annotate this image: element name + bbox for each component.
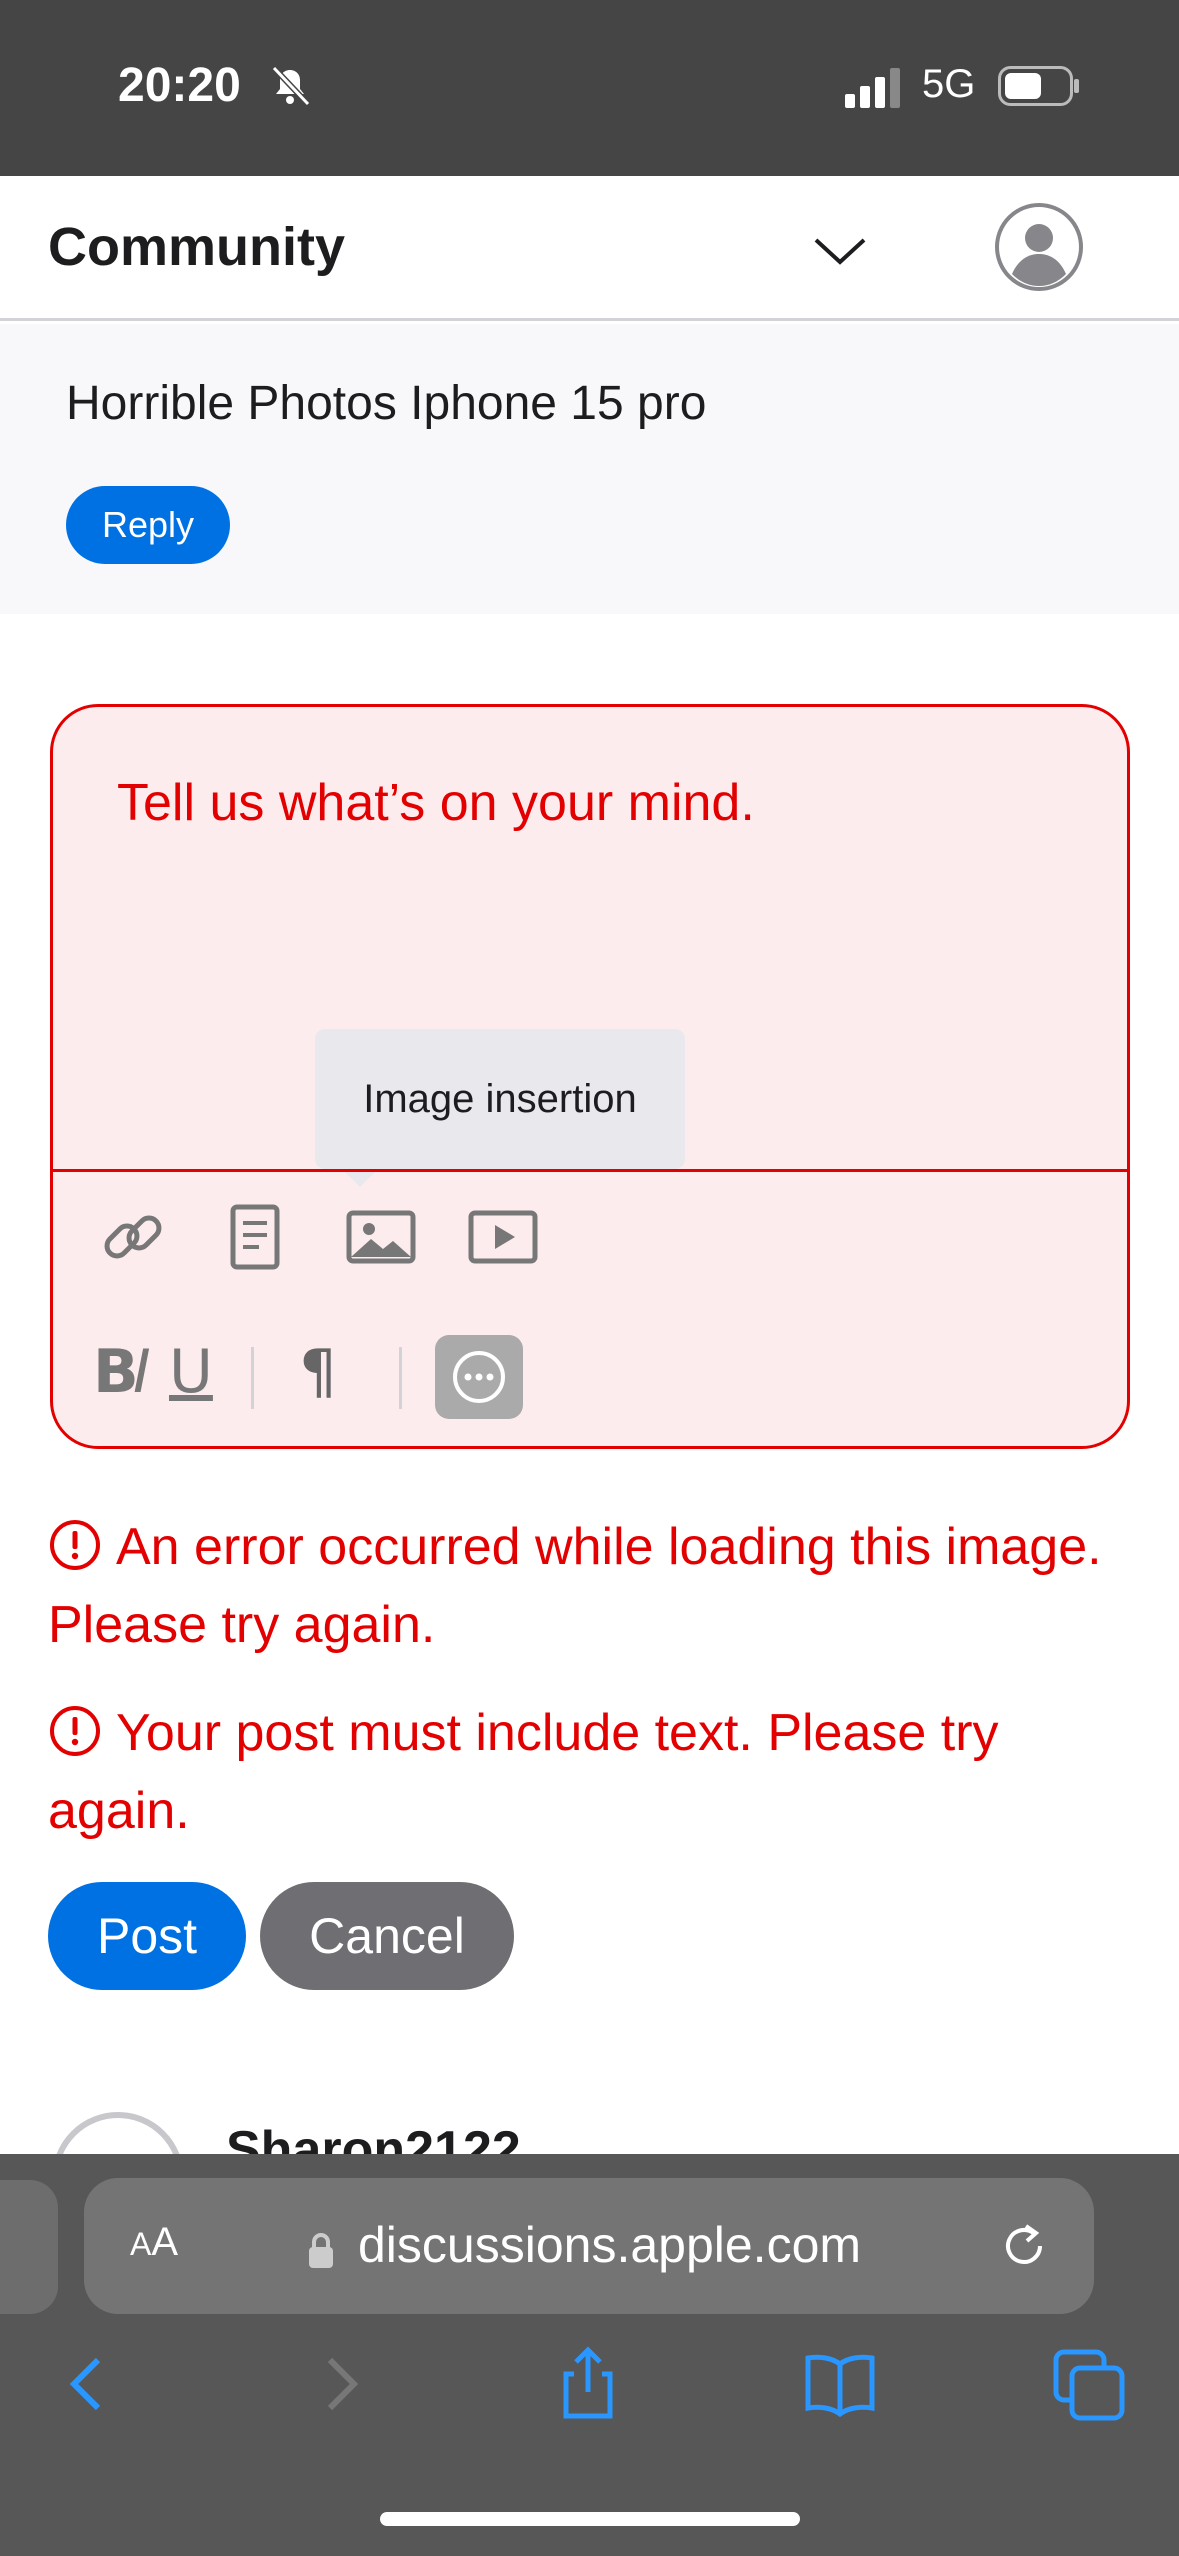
post-button[interactable]: Post	[48, 1882, 246, 1990]
reload-icon[interactable]	[996, 2218, 1052, 2274]
toolbar-separator	[251, 1347, 254, 1409]
share-icon[interactable]	[548, 2344, 628, 2424]
status-time: 20:20	[118, 59, 241, 112]
image-error-message: An error occurred while loading this ima…	[48, 1508, 1138, 1664]
back-icon[interactable]	[48, 2344, 128, 2424]
lock-icon	[309, 2233, 333, 2268]
more-options-button[interactable]	[435, 1335, 523, 1419]
account-avatar-icon[interactable]	[994, 202, 1084, 292]
page-title: Community	[48, 217, 345, 277]
error-text: Your post must include text. Please try …	[48, 1704, 999, 1840]
video-icon	[468, 1210, 538, 1264]
reply-editor[interactable]: Tell us what’s on your mind. Image inser…	[50, 704, 1130, 1449]
image-insertion-tooltip: Image insertion	[315, 1029, 685, 1169]
insert-image-button[interactable]	[341, 1197, 421, 1277]
address-bar[interactable]: AA discussions.apple.com	[84, 2178, 1094, 2314]
error-text: An error occurred while loading this ima…	[48, 1518, 1102, 1654]
error-icon	[50, 1520, 100, 1570]
document-icon	[230, 1204, 280, 1270]
text-error-message: Your post must include text. Please try …	[48, 1694, 1138, 1850]
silent-mode-icon	[271, 65, 311, 107]
thread-header: Horrible Photos Iphone 15 pro Reply	[0, 324, 1179, 614]
home-indicator	[380, 2512, 800, 2526]
ellipsis-circle-icon	[453, 1351, 505, 1403]
network-type: 5G	[922, 62, 976, 106]
bold-button[interactable]: B	[93, 1337, 139, 1407]
editor-placeholder[interactable]: Tell us what’s on your mind.	[117, 773, 755, 833]
insert-video-button[interactable]	[463, 1197, 543, 1277]
image-icon	[346, 1210, 416, 1264]
insert-link-button[interactable]	[93, 1197, 173, 1277]
previous-tab-peek[interactable]	[0, 2180, 58, 2314]
underline-button[interactable]: U	[169, 1337, 213, 1407]
cellular-signal-icon	[845, 68, 900, 108]
url-text[interactable]: discussions.apple.com	[358, 2216, 861, 2274]
toolbar-separator	[399, 1347, 402, 1409]
community-header: Community	[0, 176, 1179, 321]
chevron-down-icon[interactable]	[812, 232, 868, 268]
status-bar: 20:20 5G	[0, 0, 1179, 176]
battery-icon	[998, 66, 1079, 106]
tabs-icon[interactable]	[1050, 2344, 1130, 2424]
error-icon	[50, 1706, 100, 1756]
bookmarks-icon[interactable]	[800, 2344, 880, 2424]
link-icon	[104, 1215, 162, 1259]
browser-toolbar: AA discussions.apple.com	[0, 2154, 1179, 2556]
editor-divider	[53, 1169, 1127, 1172]
cancel-button[interactable]: Cancel	[260, 1882, 514, 1990]
paragraph-format-button[interactable]: ¶	[299, 1337, 337, 1407]
insert-document-button[interactable]	[215, 1197, 295, 1277]
thread-title: Horrible Photos Iphone 15 pro	[66, 377, 707, 430]
italic-button[interactable]: I	[133, 1337, 151, 1407]
forward-icon[interactable]	[300, 2344, 380, 2424]
page-settings-button[interactable]: AA	[130, 2220, 178, 2265]
reply-button[interactable]: Reply	[66, 486, 230, 564]
